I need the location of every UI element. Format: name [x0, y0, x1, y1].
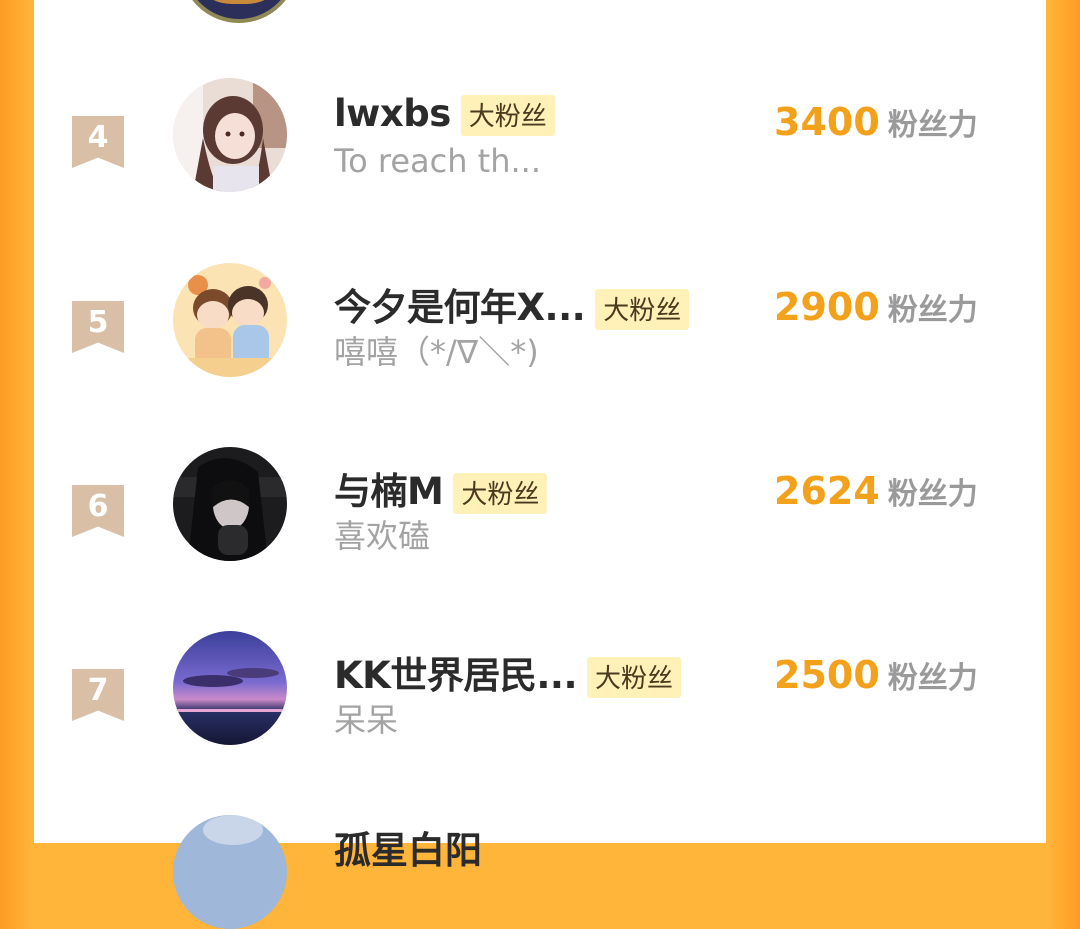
user-name-rank-8-partial[interactable]: 孤星白阳	[334, 820, 482, 874]
user-signature: 嘻嘻（*/∇＼*)	[334, 333, 539, 371]
fan-score-value: 2624	[774, 469, 880, 513]
user-name-text: 与楠M	[334, 470, 444, 513]
fan-score-unit: 粉丝力	[887, 293, 978, 328]
avatar[interactable]	[173, 447, 287, 561]
user-name-text: lwxbs	[334, 92, 451, 135]
user-name[interactable]: lwxbs 大粉丝	[334, 92, 555, 136]
user-name[interactable]: KK世界居民... 大粉丝	[334, 645, 682, 699]
fan-level-badge: 大粉丝	[587, 657, 682, 698]
user-name[interactable]: 今夕是何年X... 大粉丝	[334, 277, 690, 331]
user-signature: 呆呆	[334, 701, 399, 739]
user-name[interactable]: 与楠M 大粉丝	[334, 461, 548, 515]
fan-level-badge: 大粉丝	[595, 289, 690, 330]
fan-score: 2500 粉丝力	[774, 653, 978, 697]
list-item[interactable]: 4 lwxbs 大粉丝 To reach th... 3400 粉丝力	[34, 78, 1046, 248]
user-signature: To reach th...	[334, 142, 541, 180]
rank-ribbon: 4	[72, 116, 124, 168]
fan-score-unit: 粉丝力	[887, 477, 978, 512]
fan-score-unit: 粉丝力	[887, 108, 978, 143]
fan-level-badge: 大粉丝	[460, 95, 555, 136]
fan-score-unit: 粉丝力	[887, 661, 978, 696]
avatar[interactable]	[173, 263, 287, 377]
fan-score-value: 3400	[774, 100, 880, 144]
fan-score: 2624 粉丝力	[774, 469, 978, 513]
rank-ribbon: 5	[72, 301, 124, 353]
list-item[interactable]: 6 与楠M 大粉丝 喜欢磕 2624 粉丝力	[34, 447, 1046, 617]
user-name-text: KK世界居民...	[334, 654, 578, 697]
rank-ribbon: 6	[72, 485, 124, 537]
user-name-text: 今夕是何年X...	[334, 286, 586, 329]
fan-level-badge: 大粉丝	[453, 473, 548, 514]
user-signature: 喜欢磕	[334, 517, 431, 555]
fan-score: 3400 粉丝力	[774, 100, 978, 144]
fan-ranking-list: 4 lwxbs 大粉丝 To reach th... 3400 粉丝力 5 今夕…	[34, 0, 1046, 929]
avatar[interactable]	[173, 631, 287, 745]
fan-score-value: 2500	[774, 653, 880, 697]
fan-score: 2900 粉丝力	[774, 285, 978, 329]
list-item[interactable]: 7 KK世界居民... 大粉丝 呆呆 2500 粉丝力	[34, 631, 1046, 801]
fan-score-value: 2900	[774, 285, 880, 329]
avatar-rank-3-partial[interactable]	[180, 0, 298, 23]
rank-ribbon: 7	[72, 669, 124, 721]
list-item[interactable]: 5 今夕是何年X... 大粉丝 嘻嘻（*/∇＼*) 2900 粉丝力	[34, 263, 1046, 433]
avatar[interactable]	[173, 78, 287, 192]
avatar-rank-8-partial[interactable]	[173, 815, 287, 929]
